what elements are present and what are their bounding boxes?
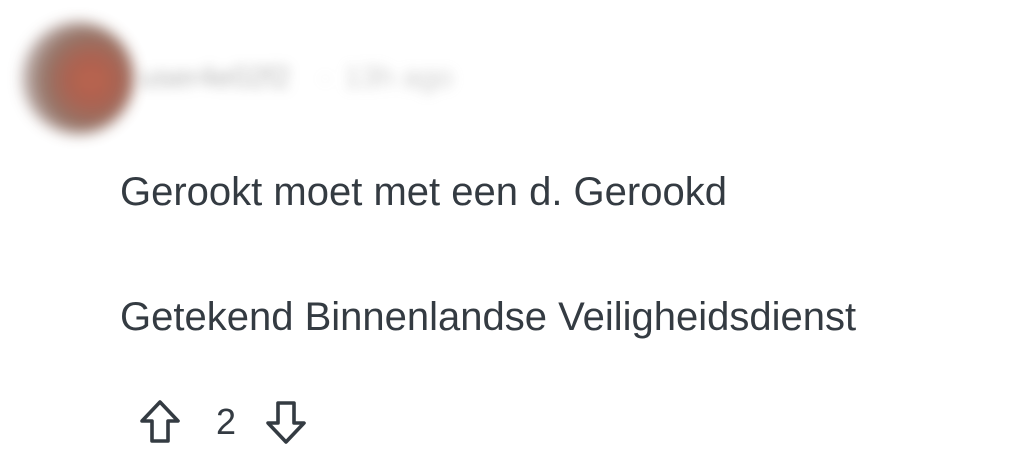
arrow-down-icon: [266, 401, 306, 444]
comment-text-line: Gerookt moet met een d. Gerookd: [120, 170, 727, 214]
comment-text-line: Getekend Binnenlandse Veiligheidsdienst: [120, 295, 857, 339]
downvote-button[interactable]: [260, 396, 312, 448]
avatar[interactable]: [22, 22, 134, 134]
vote-bar: 2: [134, 396, 312, 448]
arrow-up-icon: [140, 400, 180, 443]
comment: user4e02f2 · 13h ago Gerookt moet met ee…: [0, 0, 1024, 469]
timestamp: 13h ago: [344, 61, 453, 94]
username[interactable]: user4e02f2: [140, 61, 290, 95]
meta-separator: ·: [320, 61, 331, 94]
comment-meta: user4e02f2 · 13h ago: [140, 55, 453, 101]
upvote-button[interactable]: [134, 396, 186, 448]
vote-count: 2: [215, 401, 237, 442]
